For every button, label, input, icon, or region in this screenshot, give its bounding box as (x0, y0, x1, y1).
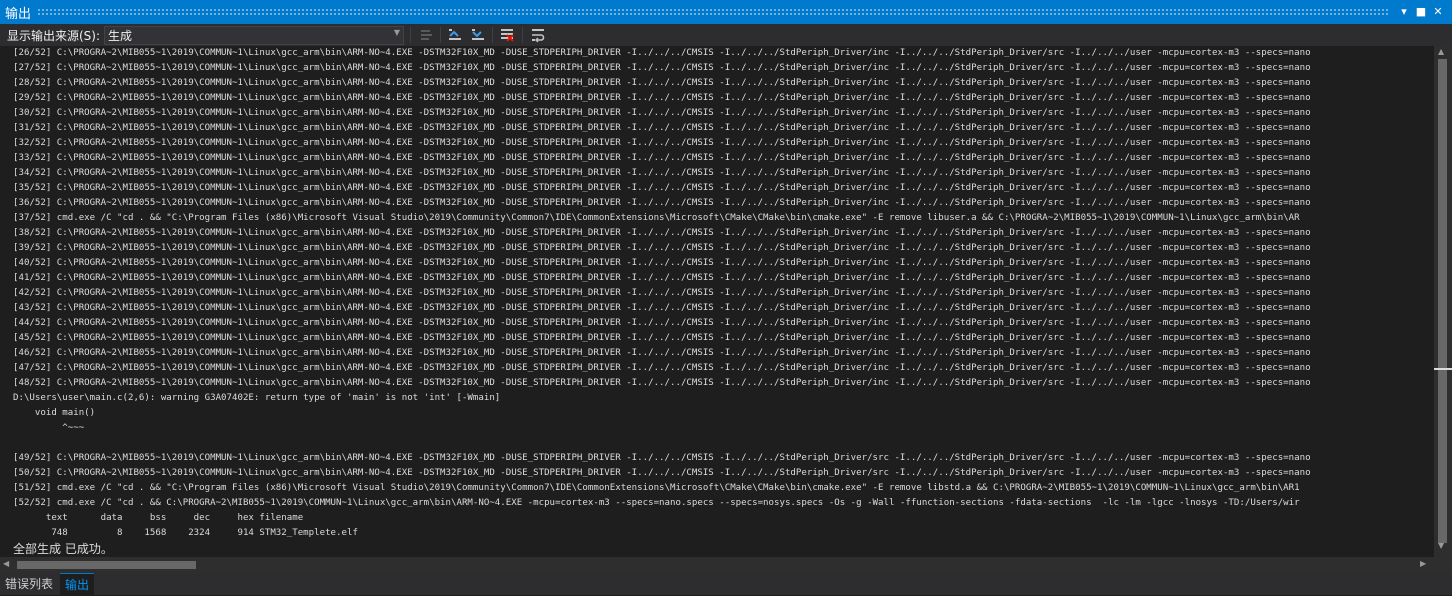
maximize-icon[interactable]: ■ (1413, 3, 1429, 20)
output-line: [26/52] C:\PROGRA~2\MIB055~1\2019\COMMUN… (13, 48, 1311, 58)
output-line: void main() (13, 408, 96, 418)
output-line: [28/52] C:\PROGRA~2\MIB055~1\2019\COMMUN… (13, 78, 1311, 88)
window-dropdown-icon[interactable]: ▾ (1396, 3, 1412, 20)
output-line: [30/52] C:\PROGRA~2\MIB055~1\2019\COMMUN… (13, 108, 1311, 118)
output-line: [34/52] C:\PROGRA~2\MIB055~1\2019\COMMUN… (13, 168, 1311, 178)
output-line: [52/52] cmd.exe /C "cd . && C:\PROGRA~2\… (13, 498, 1300, 508)
output-toolbar: 显示输出来源(S): 生成 ▼ (0, 24, 1452, 46)
output-line: [41/52] C:\PROGRA~2\MIB055~1\2019\COMMUN… (13, 273, 1311, 283)
output-line: [45/52] C:\PROGRA~2\MIB055~1\2019\COMMUN… (13, 333, 1311, 343)
toggle-word-wrap-icon[interactable] (529, 26, 547, 44)
output-line: [27/52] C:\PROGRA~2\MIB055~1\2019\COMMUN… (13, 63, 1311, 73)
close-icon[interactable]: ✕ (1430, 3, 1446, 20)
find-message-icon[interactable] (418, 26, 436, 44)
output-line: [48/52] C:\PROGRA~2\MIB055~1\2019\COMMUN… (13, 378, 1311, 388)
output-line: [44/52] C:\PROGRA~2\MIB055~1\2019\COMMUN… (13, 318, 1311, 328)
output-source-select[interactable]: 生成 ▼ (104, 26, 404, 45)
scroll-left-icon[interactable]: ◀ (3, 559, 9, 568)
output-line: [49/52] C:\PROGRA~2\MIB055~1\2019\COMMUN… (13, 453, 1311, 463)
output-source-value: 生成 (108, 29, 133, 43)
output-line: [50/52] C:\PROGRA~2\MIB055~1\2019\COMMUN… (13, 468, 1311, 478)
tab-error-list[interactable]: 错误列表 (0, 573, 58, 595)
output-line: text data bss dec hex filename (13, 513, 304, 523)
output-text: [26/52] C:\PROGRA~2\MIB055~1\2019\COMMUN… (13, 46, 1311, 556)
output-line: [31/52] C:\PROGRA~2\MIB055~1\2019\COMMUN… (13, 123, 1311, 133)
output-line: [36/52] C:\PROGRA~2\MIB055~1\2019\COMMUN… (13, 198, 1311, 208)
previous-message-icon[interactable] (446, 26, 464, 44)
output-line: [38/52] C:\PROGRA~2\MIB055~1\2019\COMMUN… (13, 228, 1311, 238)
output-window-title-bar[interactable]: 输出 ▾ ■ ✕ (0, 0, 1452, 24)
output-line: [29/52] C:\PROGRA~2\MIB055~1\2019\COMMUN… (13, 93, 1311, 103)
chevron-down-icon: ▼ (393, 28, 400, 37)
output-line: [43/52] C:\PROGRA~2\MIB055~1\2019\COMMUN… (13, 303, 1311, 313)
output-line: [39/52] C:\PROGRA~2\MIB055~1\2019\COMMUN… (13, 243, 1311, 253)
output-line: [40/52] C:\PROGRA~2\MIB055~1\2019\COMMUN… (13, 258, 1311, 268)
scrollbar-corner (1434, 557, 1452, 573)
build-result-message: 全部生成 已成功。 (13, 542, 113, 556)
scroll-down-icon[interactable]: ▼ (1438, 541, 1444, 550)
output-line: [42/52] C:\PROGRA~2\MIB055~1\2019\COMMUN… (13, 288, 1311, 298)
window-title: 输出 (5, 7, 32, 22)
output-line: [51/52] cmd.exe /C "cd . && "C:\Program … (13, 483, 1300, 493)
clear-all-icon[interactable] (498, 26, 516, 44)
vertical-scrollbar[interactable]: ▲ ▼ (1434, 46, 1452, 557)
output-line: [35/52] C:\PROGRA~2\MIB055~1\2019\COMMUN… (13, 183, 1311, 193)
vertical-scroll-thumb[interactable] (1438, 59, 1447, 543)
toolbar-separator (492, 27, 493, 43)
output-line: [33/52] C:\PROGRA~2\MIB055~1\2019\COMMUN… (13, 153, 1311, 163)
scroll-position-marker (1434, 368, 1452, 370)
scroll-up-icon[interactable]: ▲ (1438, 47, 1444, 56)
panel-tabs: 错误列表 输出 (0, 573, 1452, 596)
output-source-label: 显示输出来源(S): (7, 29, 101, 43)
output-line: D:\Users\user\main.c(2,6): warning G3A07… (13, 393, 501, 403)
output-line: [47/52] C:\PROGRA~2\MIB055~1\2019\COMMUN… (13, 363, 1311, 373)
scroll-right-icon[interactable]: ▶ (1420, 559, 1426, 568)
output-line: 748 8 1568 2324 914 STM32_Templete.elf (13, 528, 358, 538)
output-line: [32/52] C:\PROGRA~2\MIB055~1\2019\COMMUN… (13, 138, 1311, 148)
toolbar-separator (522, 27, 523, 43)
tab-output[interactable]: 输出 (60, 573, 95, 596)
output-line: ^~~~ (13, 423, 85, 433)
output-pane[interactable]: [26/52] C:\PROGRA~2\MIB055~1\2019\COMMUN… (0, 46, 1434, 557)
horizontal-scrollbar[interactable]: ◀ ▶ (0, 557, 1434, 573)
output-line: [46/52] C:\PROGRA~2\MIB055~1\2019\COMMUN… (13, 348, 1311, 358)
title-bar-grip (37, 8, 1390, 15)
output-line: [37/52] cmd.exe /C "cd . && "C:\Program … (13, 213, 1300, 223)
next-message-icon[interactable] (469, 26, 487, 44)
horizontal-scroll-thumb[interactable] (17, 561, 196, 569)
toolbar-separator (440, 27, 441, 43)
toolbar-separator (410, 27, 411, 43)
